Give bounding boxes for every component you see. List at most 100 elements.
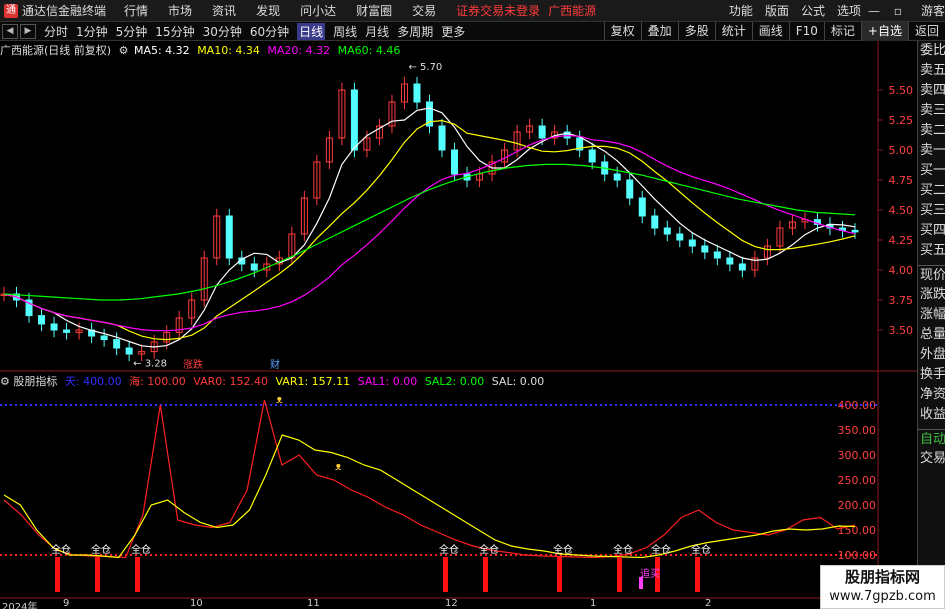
indicator-tick-label: 250.00 <box>838 474 877 487</box>
app-window: 通 通达信金融终端 行情 市场 资讯 发现 问小达 财富圈 交易 证券交易未登录… <box>0 0 945 609</box>
peak-marker-icon: ᴥ <box>276 393 283 406</box>
signal-label: 全仓 <box>651 543 671 556</box>
indicator-tick-label: 100.00 <box>838 549 877 562</box>
candle-body <box>851 229 859 233</box>
signal-label: 全仓 <box>613 543 633 556</box>
side-item[interactable]: 交易 <box>918 449 945 469</box>
indicator-v1: 天: 400.00 <box>64 375 122 388</box>
indicator-tick-label: 350.00 <box>838 424 877 437</box>
indicator-v4: VAR1: 157.11 <box>275 375 351 388</box>
signal-bar <box>95 557 100 592</box>
price-tick-label: 5.25 <box>889 114 914 127</box>
event-label-finance: 财 <box>270 358 280 371</box>
signal-label: 全仓 <box>91 543 111 556</box>
ma20-line <box>3 134 856 332</box>
candle-body <box>350 89 358 151</box>
signal-bar <box>55 557 60 592</box>
price-tick-label: 3.75 <box>889 294 914 307</box>
signal-label: 全仓 <box>439 543 459 556</box>
peak-marker-icon: ᴥ <box>335 460 342 473</box>
ma20-label: MA20: 4.32 <box>267 44 331 57</box>
side-item[interactable]: 卖五 <box>918 61 945 81</box>
side-item[interactable]: 卖二 <box>918 121 945 141</box>
side-item[interactable]: 收益 <box>918 405 945 425</box>
signal-bar <box>557 557 562 592</box>
side-item[interactable]: 外盘 <box>918 345 945 365</box>
date-axis: 2024年 9 10 11 12 1 2 <box>0 598 880 609</box>
side-item[interactable]: 总量 <box>918 325 945 345</box>
candle-body <box>125 347 133 355</box>
date-tick-label: 11 <box>307 598 320 609</box>
candle-body <box>676 233 684 241</box>
signal-label: 全仓 <box>691 543 711 556</box>
main-chart-legend: 广西能源(日线 前复权) ⚙ MA5: 4.32 MA10: 4.34 MA20… <box>0 42 401 57</box>
side-item[interactable]: 卖三 <box>918 101 945 121</box>
indicator-v7: SAL: 0.00 <box>491 375 545 388</box>
indicator-tick-label: 200.00 <box>838 499 877 512</box>
signal-bar <box>443 557 448 592</box>
oscillator-red-line <box>3 399 856 559</box>
candle-body <box>63 329 71 333</box>
candle-body <box>113 339 121 349</box>
indicator-legend: ⚙ 股朋指标 天: 400.00 海: 100.00 VAR0: 152.40 … <box>0 373 545 388</box>
side-item[interactable]: 现价 <box>918 265 945 285</box>
ma5-label: MA5: 4.32 <box>133 44 190 57</box>
ma10-line <box>3 119 856 341</box>
candle-body <box>701 245 709 253</box>
signal-bar <box>135 557 140 592</box>
side-item[interactable]: 涨跌 <box>918 285 945 305</box>
candle-body <box>738 263 746 271</box>
ma5-line <box>3 107 856 348</box>
signal-bar <box>483 557 488 592</box>
chart-title: 广西能源(日线 前复权) <box>0 44 112 57</box>
side-item[interactable]: 买五 <box>918 241 945 261</box>
candle-body <box>613 173 621 181</box>
candle-body <box>38 315 46 325</box>
low-price-label: ← 3.28 <box>133 358 167 369</box>
watermark-title: 股朋指标网 <box>844 568 920 586</box>
ma60-label: MA60: 4.46 <box>337 44 401 57</box>
side-item[interactable]: 买三 <box>918 201 945 221</box>
candle-body <box>651 215 659 229</box>
side-item[interactable]: 买四 <box>918 221 945 241</box>
side-item[interactable]: 自动 <box>918 429 945 449</box>
oscillator-yellow-line <box>3 434 856 559</box>
indicator-tick-label: 400.00 <box>838 399 877 412</box>
candle-body <box>638 197 646 217</box>
side-item[interactable]: 卖四 <box>918 81 945 101</box>
date-tick-label: 12 <box>445 598 458 609</box>
candle-body <box>438 125 446 151</box>
signal-bar <box>695 557 700 592</box>
side-item[interactable]: 卖一 <box>918 141 945 161</box>
price-tick-label: 4.50 <box>889 204 914 217</box>
high-price-label: ← 5.70 <box>408 62 442 73</box>
side-item[interactable]: 换手 <box>918 365 945 385</box>
signal-bar <box>617 557 622 592</box>
price-tick-label: 5.00 <box>889 144 914 157</box>
ma60-line <box>3 163 856 301</box>
indicator-tick-label: 300.00 <box>838 449 877 462</box>
indicator-gear-icon[interactable]: ⚙ <box>0 375 10 388</box>
candle-body <box>225 215 233 259</box>
signal-label: 全仓 <box>553 543 573 556</box>
side-item[interactable]: 涨幅 <box>918 305 945 325</box>
side-item[interactable]: 买二 <box>918 181 945 201</box>
guest-user[interactable]: 游客 <box>921 2 945 19</box>
candle-body <box>713 251 721 259</box>
candle-body <box>588 149 596 163</box>
chart-area[interactable]: 5.50 5.25 5.00 4.75 4.50 4.25 4.00 3.75 3.50 ← 5.… <box>0 0 917 609</box>
ma10-label: MA10: 4.34 <box>197 44 260 57</box>
price-tick-label: 4.00 <box>889 264 914 277</box>
side-item[interactable]: 买一 <box>918 161 945 181</box>
date-tick-label: 2 <box>705 598 712 609</box>
settings-gear-icon[interactable]: ⚙ <box>119 44 129 57</box>
signal-label: 全仓 <box>51 543 71 556</box>
indicator-v5: SAL1: 0.00 <box>357 375 418 388</box>
date-tick-label: 1 <box>590 598 597 609</box>
side-item[interactable]: 净资 <box>918 385 945 405</box>
quote-side-panel: 委比 卖五 卖四 卖三 卖二 卖一 买一 买二 买三 买四 买五现价 涨跌 涨幅 总量 外盘 换手 净资 收益自动… <box>917 41 945 609</box>
candle-body <box>663 227 671 235</box>
side-item[interactable]: 委比 <box>918 41 945 61</box>
candle-body <box>626 179 634 199</box>
indicator-v2: 海: 100.00 <box>129 375 186 388</box>
